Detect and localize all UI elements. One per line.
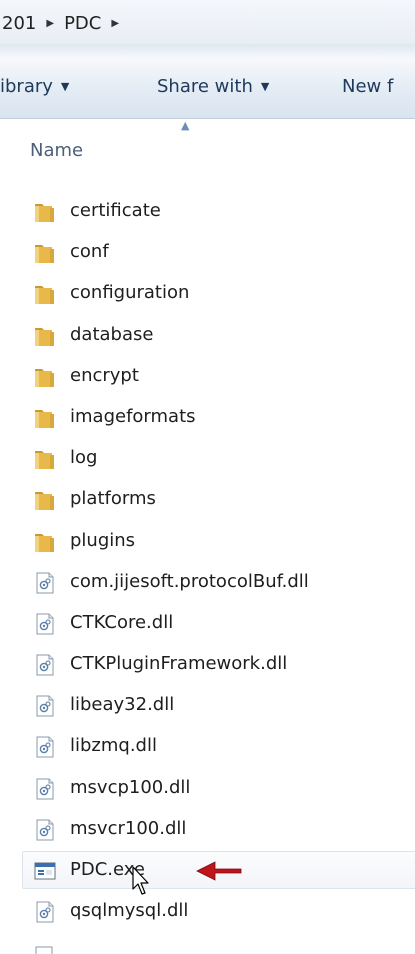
file-row[interactable]: libzmq.dll	[0, 726, 415, 767]
address-bar[interactable]: 201 ▶ PDC ▶	[0, 0, 415, 45]
file-row[interactable]: certificate	[0, 191, 415, 232]
file-row[interactable]: CTKCore.dll	[0, 603, 415, 644]
file-row[interactable]: imageformats	[0, 397, 415, 438]
partial-file-icon	[35, 946, 53, 954]
include-in-library-button[interactable]: ibrary ▼	[0, 76, 69, 97]
file-name[interactable]: configuration	[70, 282, 189, 303]
file-name[interactable]: libzmq.dll	[70, 735, 157, 756]
new-folder-button[interactable]: New f	[342, 76, 393, 97]
dropdown-caret-icon: ▼	[60, 80, 70, 93]
file-row[interactable]: com.jijesoft.protocolBuf.dll	[0, 562, 415, 603]
sort-ascending-icon: ▲	[181, 119, 190, 132]
address-bar-divider	[0, 44, 415, 58]
file-name[interactable]: plugins	[70, 530, 135, 551]
file-name[interactable]: platforms	[70, 488, 156, 509]
dll-file-icon	[33, 735, 57, 759]
folder-icon	[33, 324, 57, 348]
file-name[interactable]: conf	[70, 241, 109, 262]
column-name-header[interactable]: Name	[30, 140, 83, 161]
file-row[interactable]: msvcr100.dll	[0, 809, 415, 850]
file-row[interactable]: database	[0, 315, 415, 356]
dll-file-icon	[33, 612, 57, 636]
file-name[interactable]: encrypt	[70, 365, 139, 386]
file-name[interactable]: certificate	[70, 200, 161, 221]
dll-file-icon	[33, 777, 57, 801]
breadcrumb-chevron-icon[interactable]: ▶	[107, 18, 127, 29]
file-row[interactable]: conf	[0, 232, 415, 273]
file-row[interactable]: configuration	[0, 273, 415, 314]
column-header[interactable]: ▲ Name	[0, 119, 415, 181]
folder-icon	[33, 406, 57, 430]
file-row[interactable]: encrypt	[0, 356, 415, 397]
dll-file-icon	[33, 653, 57, 677]
share-with-button[interactable]: Share with ▼	[157, 76, 269, 97]
file-list: certificate conf configuration database …	[0, 191, 415, 932]
file-row[interactable]: qsqlmysql.dll	[0, 891, 415, 932]
dropdown-caret-icon: ▼	[260, 80, 270, 93]
file-name[interactable]: database	[70, 324, 153, 345]
folder-icon	[33, 282, 57, 306]
file-row[interactable]: libeay32.dll	[0, 685, 415, 726]
file-row[interactable]: msvcp100.dll	[0, 768, 415, 809]
breadcrumb-chevron-icon[interactable]: ▶	[42, 18, 62, 29]
file-name[interactable]: CTKCore.dll	[70, 612, 173, 633]
breadcrumb-segment-pdc[interactable]: PDC	[62, 13, 107, 34]
dll-file-icon	[33, 571, 57, 595]
file-row[interactable]: CTKPluginFramework.dll	[0, 644, 415, 685]
breadcrumb-segment-201[interactable]: 201	[0, 13, 42, 34]
file-name[interactable]: imageformats	[70, 406, 196, 427]
command-toolbar: ibrary ▼ Share with ▼ New f	[0, 58, 415, 119]
file-name[interactable]: libeay32.dll	[70, 694, 174, 715]
folder-icon	[33, 241, 57, 265]
file-name[interactable]: msvcp100.dll	[70, 777, 190, 798]
folder-icon	[33, 447, 57, 471]
file-name[interactable]: com.jijesoft.protocolBuf.dll	[70, 571, 309, 592]
folder-icon	[33, 200, 57, 224]
folder-icon	[33, 488, 57, 512]
file-name[interactable]: CTKPluginFramework.dll	[70, 653, 287, 674]
exe-file-icon	[33, 859, 57, 883]
dll-file-icon	[33, 900, 57, 924]
folder-icon	[33, 530, 57, 554]
dll-file-icon	[33, 818, 57, 842]
file-row[interactable]: log	[0, 438, 415, 479]
file-row[interactable]: plugins	[0, 521, 415, 562]
dll-file-icon	[33, 694, 57, 718]
file-name[interactable]: log	[70, 447, 97, 468]
file-row[interactable]: PDC.exe	[0, 850, 415, 895]
folder-icon	[33, 365, 57, 389]
file-row[interactable]: platforms	[0, 479, 415, 520]
file-name[interactable]: msvcr100.dll	[70, 818, 186, 839]
red-arrow-icon	[196, 861, 242, 881]
file-name[interactable]: qsqlmysql.dll	[70, 900, 188, 921]
